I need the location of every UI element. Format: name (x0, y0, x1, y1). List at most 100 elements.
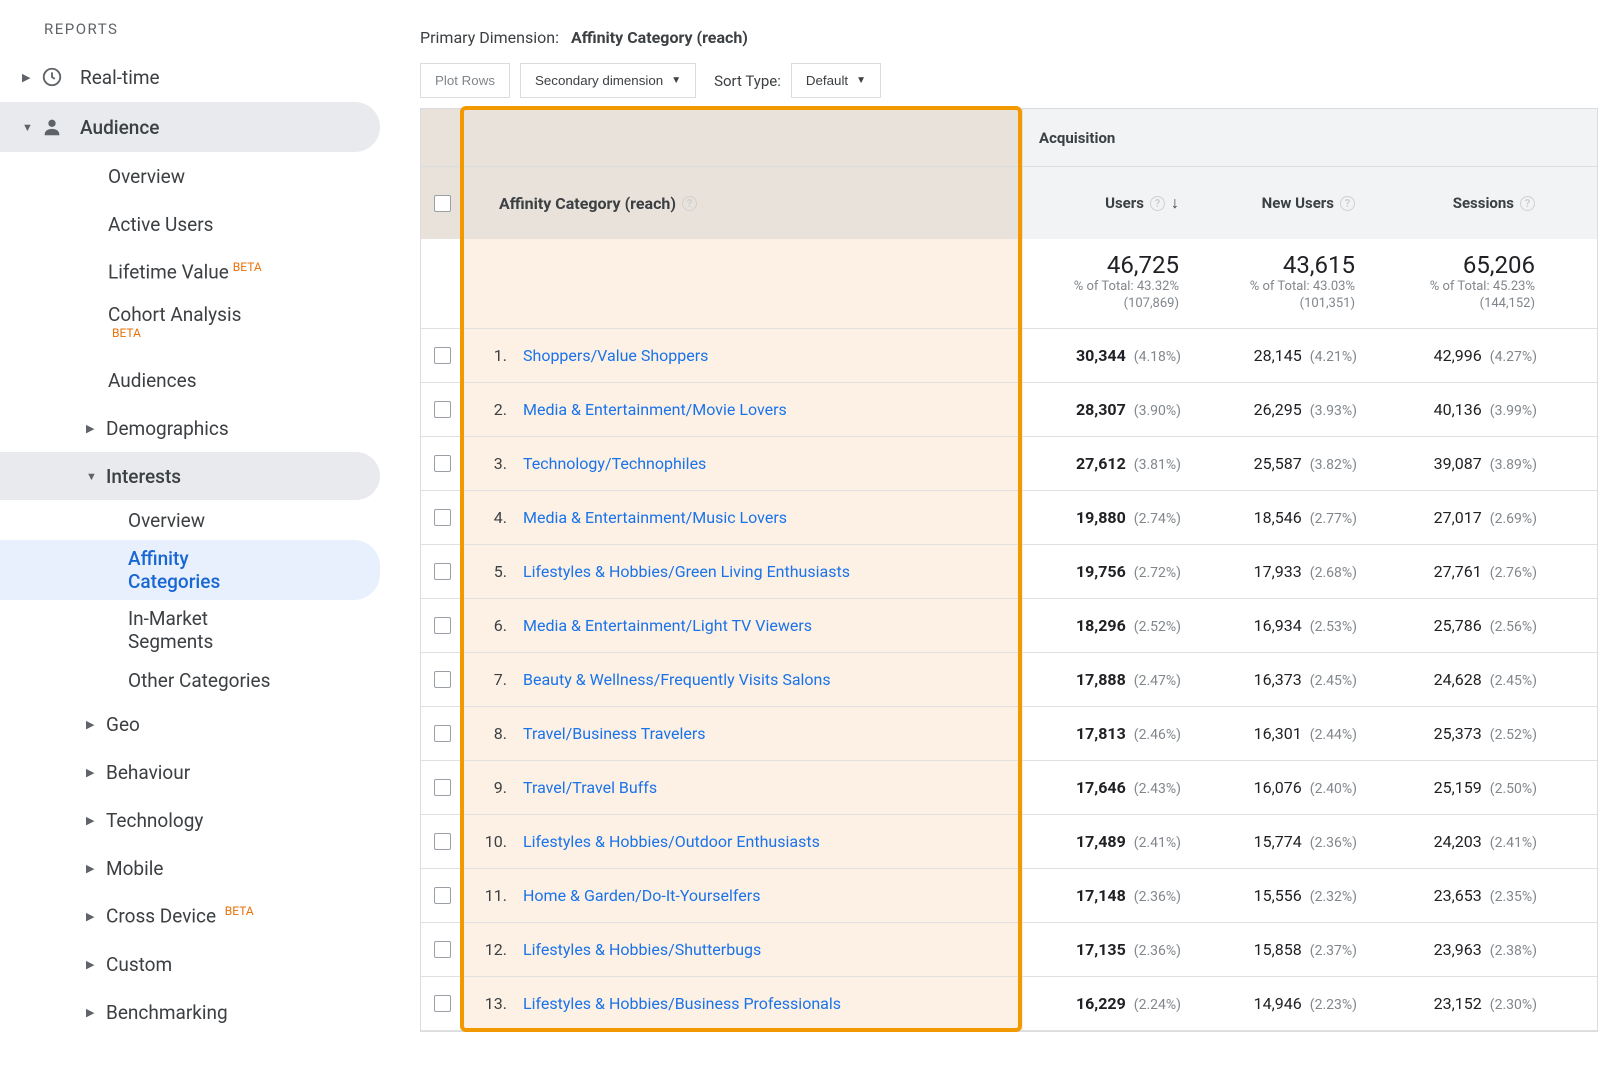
sidebar-sub-crossdevice[interactable]: ▶ Cross Device BETA (0, 892, 380, 940)
help-icon[interactable]: ? (1150, 196, 1165, 211)
sidebar-sub2-affinity[interactable]: AffinityCategories (0, 540, 380, 600)
category-link[interactable]: Technology/Technophiles (523, 454, 706, 473)
row-checkbox[interactable] (434, 401, 451, 418)
sidebar-item-label: Overview (108, 165, 185, 188)
table-row: 2.Media & Entertainment/Movie Lovers28,3… (421, 383, 1597, 437)
dropdown-label: Secondary dimension (535, 73, 663, 88)
row-checkbox[interactable] (434, 455, 451, 472)
cell-sessions: 39,087(3.89%) (1375, 454, 1555, 473)
sidebar-sub-geo[interactable]: ▶Geo (0, 700, 380, 748)
row-checkbox[interactable] (434, 779, 451, 796)
sidebar-sub-audiences[interactable]: Audiences (0, 356, 380, 404)
row-checkbox[interactable] (434, 347, 451, 364)
cell-newusers: 18,546(2.77%) (1199, 508, 1375, 527)
help-icon[interactable]: ? (682, 196, 697, 211)
sidebar-item-audience[interactable]: ▼ Audience (0, 102, 380, 152)
row-checkbox[interactable] (434, 509, 451, 526)
plot-rows-button[interactable]: Plot Rows (420, 63, 510, 98)
sidebar-sub-cohort[interactable]: Cohort AnalysisBETA (0, 296, 380, 356)
caret-right-icon: ▶ (86, 814, 106, 827)
row-checkbox[interactable] (434, 563, 451, 580)
sidebar-item-label: Cross Device BETA (106, 904, 254, 927)
help-icon[interactable]: ? (1340, 196, 1355, 211)
column-header-category[interactable]: Affinity Category (reach) (499, 194, 676, 213)
sidebar-sub-technology[interactable]: ▶Technology (0, 796, 380, 844)
primary-dimension-value[interactable]: Affinity Category (reach) (571, 28, 748, 47)
caret-right-icon: ▶ (86, 1006, 106, 1019)
sidebar-sub-activeusers[interactable]: Active Users (0, 200, 380, 248)
row-rank: 5. (483, 562, 507, 581)
row-checkbox[interactable] (434, 617, 451, 634)
clock-icon (38, 66, 66, 88)
sidebar-sub-demographics[interactable]: ▶Demographics (0, 404, 380, 452)
row-rank: 8. (483, 724, 507, 743)
column-header-users[interactable]: Users ? ↓ (1023, 167, 1199, 239)
category-link[interactable]: Travel/Travel Buffs (523, 778, 657, 797)
caret-down-icon: ▼ (22, 121, 38, 134)
row-rank: 4. (483, 508, 507, 527)
table-row: 9.Travel/Travel Buffs17,646(2.43%)16,076… (421, 761, 1597, 815)
category-link[interactable]: Shoppers/Value Shoppers (523, 346, 708, 365)
cell-users: 17,646(2.43%) (1023, 778, 1199, 797)
sidebar-sub2-overview[interactable]: Overview (0, 500, 380, 540)
acquisition-group-header: Acquisition (1023, 109, 1555, 166)
sidebar-item-realtime[interactable]: ▶ Real-time (0, 52, 380, 102)
category-link[interactable]: Lifestyles & Hobbies/Green Living Enthus… (523, 562, 850, 581)
summary-row: 46,725 % of Total: 43.32% (107,869) 43,6… (421, 239, 1597, 329)
table-row: 3.Technology/Technophiles27,612(3.81%)25… (421, 437, 1597, 491)
secondary-dimension-dropdown[interactable]: Secondary dimension ▼ (520, 63, 696, 98)
select-all-checkbox[interactable] (434, 195, 451, 212)
row-rank: 2. (483, 400, 507, 419)
category-link[interactable]: Media & Entertainment/Movie Lovers (523, 400, 787, 419)
column-header-newusers[interactable]: New Users ? (1199, 167, 1375, 239)
category-link[interactable]: Lifestyles & Hobbies/Business Profession… (523, 994, 841, 1013)
table-row: 10.Lifestyles & Hobbies/Outdoor Enthusia… (421, 815, 1597, 869)
sidebar-sub-benchmarking[interactable]: ▶Benchmarking (0, 988, 380, 1036)
help-icon[interactable]: ? (1520, 196, 1535, 211)
sidebar-item-label: Audience (80, 116, 380, 139)
category-link[interactable]: Lifestyles & Hobbies/Outdoor Enthusiasts (523, 832, 820, 851)
sidebar: REPORTS ▶ Real-time ▼ Audience Overview … (0, 0, 380, 1081)
row-rank: 9. (483, 778, 507, 797)
sidebar-item-label: Active Users (108, 213, 214, 236)
row-checkbox[interactable] (434, 671, 451, 688)
row-checkbox[interactable] (434, 887, 451, 904)
column-header-sessions[interactable]: Sessions ? (1375, 167, 1555, 239)
cell-newusers: 15,774(2.36%) (1199, 832, 1375, 851)
category-link[interactable]: Home & Garden/Do-It-Yourselfers (523, 886, 760, 905)
sort-type-dropdown[interactable]: Default ▼ (791, 63, 881, 98)
table-row: 13.Lifestyles & Hobbies/Business Profess… (421, 977, 1597, 1031)
category-link[interactable]: Media & Entertainment/Light TV Viewers (523, 616, 812, 635)
table-row: 5. Lifestyles & Hobbies/Green Living Enth… (421, 545, 1597, 599)
cell-sessions: 24,203(2.41%) (1375, 832, 1555, 851)
sidebar-sub-overview[interactable]: Overview (0, 152, 380, 200)
sidebar-item-label: Cohort AnalysisBETA (108, 303, 241, 349)
summary-users: 46,725 % of Total: 43.32% (107,869) (1023, 239, 1199, 328)
cell-newusers: 14,946(2.23%) (1199, 994, 1375, 1013)
cell-users: 18,296(2.52%) (1023, 616, 1199, 635)
category-link[interactable]: Media & Entertainment/Music Lovers (523, 508, 787, 527)
sidebar-sub-mobile[interactable]: ▶Mobile (0, 844, 380, 892)
beta-badge: BETA (225, 904, 254, 918)
category-link[interactable]: Travel/Business Travelers (523, 724, 706, 743)
sidebar-sub2-inmarket[interactable]: In-MarketSegments (0, 600, 380, 660)
row-checkbox[interactable] (434, 833, 451, 850)
cell-sessions: 25,373(2.52%) (1375, 724, 1555, 743)
sidebar-item-label: Mobile (106, 857, 163, 880)
row-checkbox[interactable] (434, 725, 451, 742)
cell-newusers: 28,145(4.21%) (1199, 346, 1375, 365)
row-checkbox[interactable] (434, 941, 451, 958)
category-link[interactable]: Lifestyles & Hobbies/Shutterbugs (523, 940, 761, 959)
table-row: 6.Media & Entertainment/Light TV Viewers… (421, 599, 1597, 653)
category-link[interactable]: Beauty & Wellness/Frequently Visits Salo… (523, 670, 831, 689)
sidebar-sub-custom[interactable]: ▶Custom (0, 940, 380, 988)
sidebar-sub-lifetimevalue[interactable]: Lifetime ValueBETA (0, 248, 380, 296)
sidebar-sub2-other[interactable]: Other Categories (0, 660, 380, 700)
sidebar-sub-behaviour[interactable]: ▶Behaviour (0, 748, 380, 796)
data-table: Acquisition Affinity Category (reach) ? … (420, 108, 1598, 1032)
sort-desc-icon: ↓ (1171, 193, 1179, 213)
row-checkbox[interactable] (434, 995, 451, 1012)
sidebar-sub-interests[interactable]: ▼Interests (0, 452, 380, 500)
primary-dimension: Primary Dimension: Affinity Category (re… (420, 28, 1600, 47)
caret-right-icon: ▶ (86, 422, 106, 435)
